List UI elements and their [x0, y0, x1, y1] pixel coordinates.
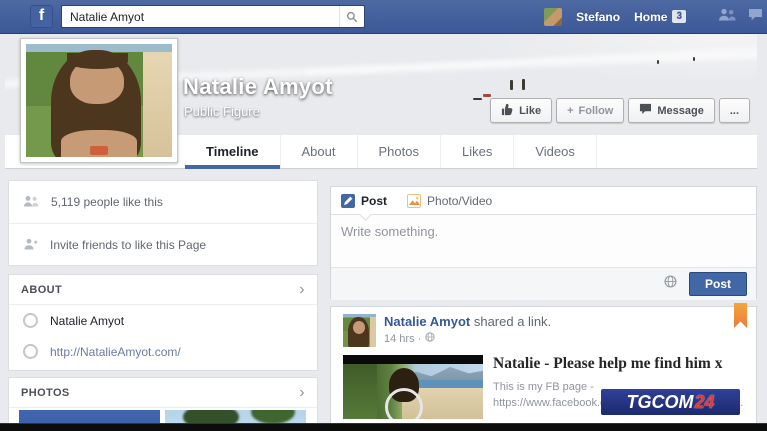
facebook-page-screenshot: f Stefano Home 3 — [0, 0, 767, 431]
about-section-header[interactable]: ABOUT › — [9, 275, 317, 305]
follow-label: Follow — [579, 105, 614, 117]
home-link[interactable]: Home 3 — [634, 10, 686, 24]
notification-badge: 3 — [672, 10, 686, 23]
speech-bubble-icon — [639, 103, 652, 118]
messages-icon[interactable] — [748, 8, 763, 26]
photos-title: PHOTOS — [21, 387, 70, 399]
website-link[interactable]: http://NatalieAmyot.com/ — [50, 345, 181, 359]
like-label: Like — [519, 105, 541, 117]
link-video-thumbnail[interactable] — [343, 355, 483, 419]
follow-button[interactable]: + Follow — [556, 98, 624, 123]
profile-picture[interactable] — [20, 38, 178, 163]
tab-photos[interactable]: Photos — [358, 135, 441, 168]
invite-friends-row[interactable]: Invite friends to like this Page — [9, 223, 317, 266]
photo-icon — [407, 194, 421, 208]
search-box — [61, 5, 365, 28]
post-author-link[interactable]: Natalie Amyot — [384, 314, 470, 329]
detail-circle-icon — [23, 313, 38, 328]
link-title[interactable]: Natalie - Please help me find him x — [493, 355, 744, 374]
profile-photo-image — [26, 44, 172, 157]
page-action-buttons: Like + Follow Message ... — [490, 98, 750, 123]
post-timestamp: 14 hrs · — [384, 333, 421, 345]
search-icon[interactable] — [339, 6, 364, 27]
home-label: Home — [634, 10, 667, 24]
cover-people-figure — [522, 79, 525, 90]
add-person-icon — [23, 238, 38, 253]
page-likes-card: 5,119 people like this Invite friends to… — [8, 180, 318, 266]
cover-people-figure — [693, 57, 695, 61]
composer-photo-label: Photo/Video — [427, 194, 492, 208]
invite-text: Invite friends to like this Page — [50, 238, 206, 252]
user-avatar[interactable] — [544, 8, 562, 26]
about-name-row: Natalie Amyot — [9, 305, 317, 336]
composer-tabs: Post Photo/Video — [331, 187, 756, 215]
cover-people-figure — [510, 80, 513, 90]
letterbox-bar — [0, 423, 767, 431]
photos-section-header[interactable]: PHOTOS › — [9, 378, 317, 408]
page-title: Natalie Amyot — [183, 74, 333, 100]
post-action: shared a link. — [474, 314, 551, 329]
pencil-icon — [341, 194, 355, 208]
post-author-avatar[interactable] — [343, 314, 376, 347]
more-options-button[interactable]: ... — [719, 98, 750, 123]
ellipsis-icon: ... — [730, 105, 739, 117]
composer-footer: Post — [331, 267, 756, 300]
tab-videos[interactable]: Videos — [514, 135, 597, 168]
chevron-right-icon: › — [299, 385, 305, 401]
chevron-right-icon: › — [299, 282, 305, 298]
post-composer: Post Photo/Video Write something. — [330, 186, 757, 299]
message-label: Message — [657, 105, 703, 117]
top-navigation-bar: f Stefano Home 3 — [0, 0, 767, 34]
privacy-globe-icon[interactable] — [664, 275, 677, 293]
about-card: ABOUT › Natalie Amyot http://NatalieAmyo… — [8, 274, 318, 371]
people-group-icon — [23, 195, 39, 210]
post-header: Natalie Amyot shared a link. 14 hrs · — [331, 307, 756, 351]
post-submit-button[interactable]: Post — [689, 272, 747, 296]
cover-people-figure — [473, 98, 482, 100]
plus-icon: + — [567, 105, 573, 117]
cover-people-figure — [483, 94, 491, 97]
search-input[interactable] — [62, 10, 339, 24]
cover-people-figure — [657, 60, 659, 64]
page-category: Public Figure — [184, 104, 260, 119]
composer-tab-photo-video[interactable]: Photo/Video — [407, 187, 492, 214]
water-highlight — [419, 34, 757, 90]
like-button[interactable]: Like — [490, 98, 552, 123]
about-website-row: http://NatalieAmyot.com/ — [9, 336, 317, 367]
thumb-up-icon — [501, 103, 514, 119]
watermark-main: TGCOM — [626, 392, 693, 413]
about-title: ABOUT — [21, 284, 62, 296]
composer-post-label: Post — [361, 194, 387, 208]
profile-link[interactable]: Stefano — [576, 10, 620, 24]
friend-requests-icon[interactable] — [718, 8, 736, 26]
topbar-right-cluster: Stefano Home 3 — [544, 8, 767, 26]
privacy-globe-icon — [425, 332, 435, 345]
tgcom24-watermark: TGCOM 24 — [601, 389, 740, 415]
tab-about[interactable]: About — [281, 135, 358, 168]
facebook-logo-icon[interactable]: f — [30, 5, 53, 28]
tab-likes[interactable]: Likes — [441, 135, 514, 168]
message-button[interactable]: Message — [628, 98, 714, 123]
website-circle-icon — [23, 344, 38, 359]
composer-input[interactable]: Write something. — [331, 215, 756, 267]
people-like-this-row[interactable]: 5,119 people like this — [9, 181, 317, 223]
tab-timeline[interactable]: Timeline — [185, 135, 281, 168]
about-name-text: Natalie Amyot — [50, 314, 124, 328]
watermark-number: 24 — [694, 392, 714, 413]
topbar-icons — [718, 8, 763, 26]
likes-count-text: 5,119 people like this — [51, 195, 163, 209]
post-header-text: Natalie Amyot shared a link. 14 hrs · — [384, 314, 551, 347]
